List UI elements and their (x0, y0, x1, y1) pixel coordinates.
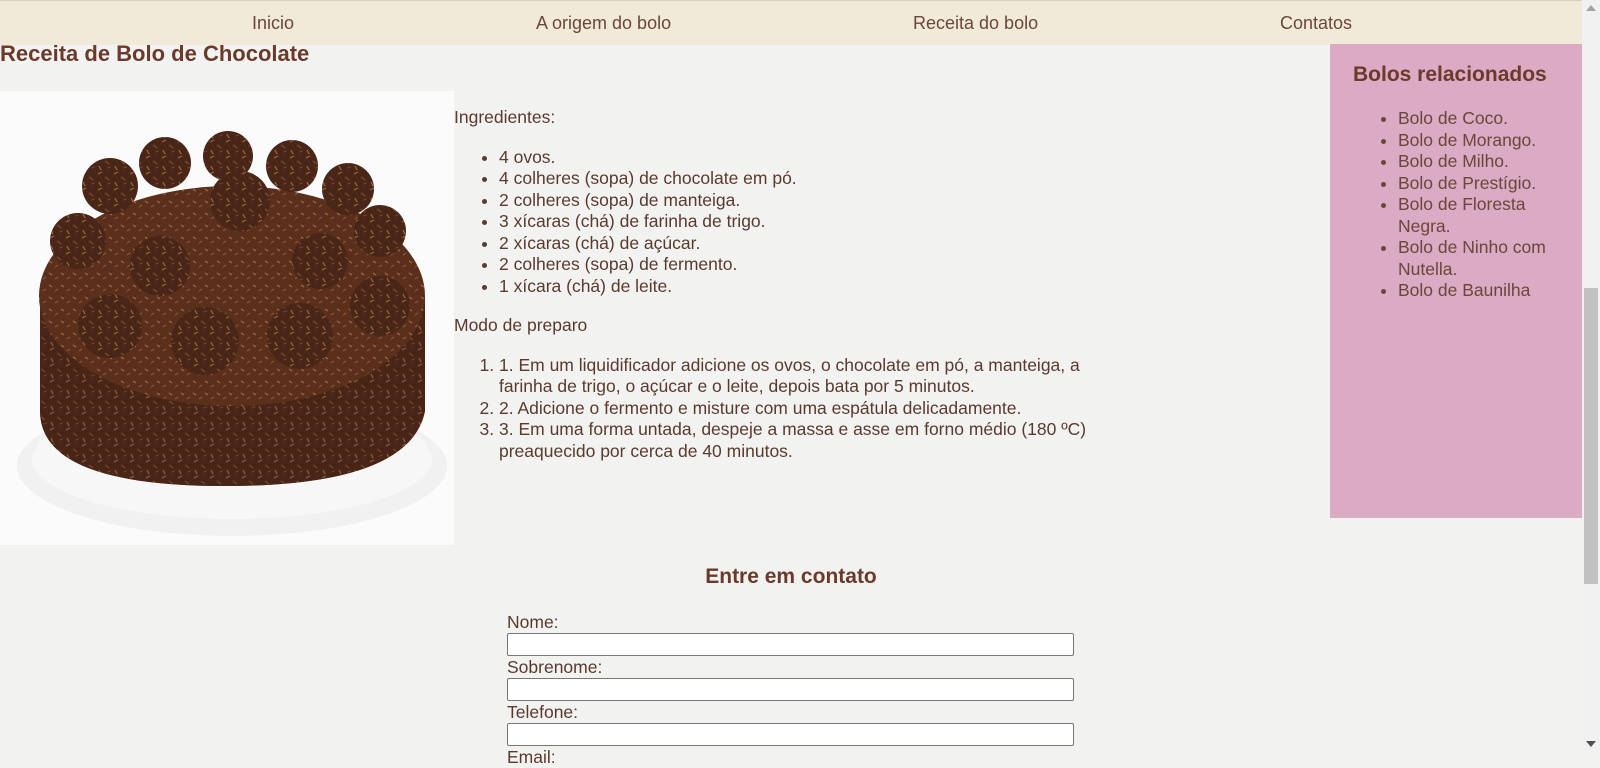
method-heading: Modo de preparo (454, 315, 588, 335)
related-cake-item: Bolo de Morango. (1398, 130, 1574, 152)
ingredient-item: 2 colheres (sopa) de manteiga. (499, 190, 1134, 212)
related-cakes-list: Bolo de Coco. Bolo de Morango. Bolo de M… (1330, 108, 1582, 302)
sidebar-title: Bolos relacionados (1353, 63, 1547, 86)
steps-list: 1. Em um liquidificador adicione os ovos… (454, 355, 1109, 463)
last-name-label: Sobrenome: (507, 657, 603, 677)
ingredients-heading: Ingredientes: (454, 107, 556, 127)
recipe-content: Ingredientes: 4 ovos. 4 colheres (sopa) … (454, 107, 1134, 462)
related-cake-item: Bolo de Coco. (1398, 108, 1574, 130)
nav-link-contatos[interactable]: Contatos (1280, 13, 1352, 34)
vertical-scrollbar[interactable] (1582, 0, 1600, 753)
related-cake-item: Bolo de Milho. (1398, 151, 1574, 173)
ingredient-item: 2 xícaras (chá) de açúcar. (499, 233, 1134, 255)
ingredient-item: 2 colheres (sopa) de fermento. (499, 254, 1134, 276)
phone-input[interactable] (507, 723, 1074, 746)
nav-link-inicio[interactable]: Inicio (252, 13, 294, 34)
ingredient-item: 1 xícara (chá) de leite. (499, 276, 1134, 298)
email-label: Email: (507, 747, 556, 767)
ingredient-item: 3 xícaras (chá) de farinha de trigo. (499, 211, 1134, 233)
related-cake-item: Bolo de Prestígio. (1398, 173, 1574, 195)
related-cakes-sidebar: Bolos relacionados Bolo de Coco. Bolo de… (1330, 44, 1582, 518)
cake-illustration (0, 91, 454, 545)
scrollbar-thumb[interactable] (1584, 288, 1598, 584)
first-name-input[interactable] (507, 633, 1074, 656)
ingredients-list: 4 ovos. 4 colheres (sopa) de chocolate e… (454, 147, 1134, 298)
top-navigation: Inicio A origem do bolo Receita do bolo … (0, 0, 1582, 45)
step-item: 1. Em um liquidificador adicione os ovos… (499, 355, 1109, 398)
chevron-up-icon[interactable] (1586, 5, 1596, 11)
chevron-down-icon[interactable] (1586, 741, 1596, 747)
ingredient-item: 4 ovos. (499, 147, 1134, 169)
related-cake-item: Bolo de Ninho com Nutella. (1398, 237, 1574, 280)
related-cake-item: Bolo de Floresta Negra. (1398, 194, 1574, 237)
chocolate-cake-image (0, 91, 454, 545)
related-cake-item: Bolo de Baunilha (1398, 280, 1574, 302)
step-item: 2. Adicione o fermento e misture com uma… (499, 398, 1109, 420)
step-item: 3. Em uma forma untada, despeje a massa … (499, 419, 1109, 462)
ingredient-item: 4 colheres (sopa) de chocolate em pó. (499, 168, 1134, 190)
nav-link-origem[interactable]: A origem do bolo (536, 13, 671, 34)
page-title: Receita de Bolo de Chocolate (0, 41, 310, 66)
first-name-label: Nome: (507, 612, 559, 632)
phone-label: Telefone: (507, 702, 579, 722)
contact-title: Entre em contato (705, 565, 877, 588)
last-name-input[interactable] (507, 678, 1074, 701)
nav-link-receita[interactable]: Receita do bolo (913, 13, 1038, 34)
